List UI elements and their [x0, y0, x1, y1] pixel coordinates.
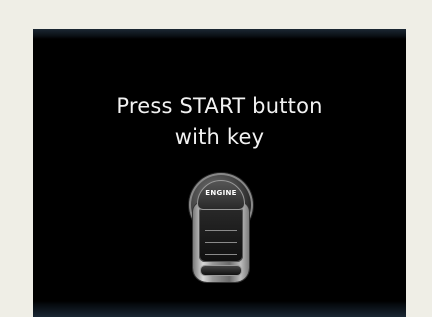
fob-button-divider — [205, 242, 237, 243]
screen-bottom-band — [33, 301, 406, 317]
key-fob-icon: ENGINE — [181, 166, 261, 284]
key-fob-body — [193, 202, 249, 282]
screen-top-band — [33, 29, 406, 39]
start-instruction-message: Press START button with key — [33, 91, 406, 153]
engine-button-label: ENGINE — [205, 189, 237, 197]
key-fob-strip — [201, 266, 241, 275]
fob-button-divider — [205, 230, 237, 231]
instrument-screen: Press START button with key ENGINE — [33, 29, 406, 317]
key-fob-face — [199, 206, 243, 262]
fob-button-divider — [205, 254, 237, 255]
message-line-2: with key — [174, 125, 265, 149]
message-line-1: Press START button — [116, 94, 323, 118]
display-frame: Press START button with key ENGINE — [0, 0, 432, 317]
